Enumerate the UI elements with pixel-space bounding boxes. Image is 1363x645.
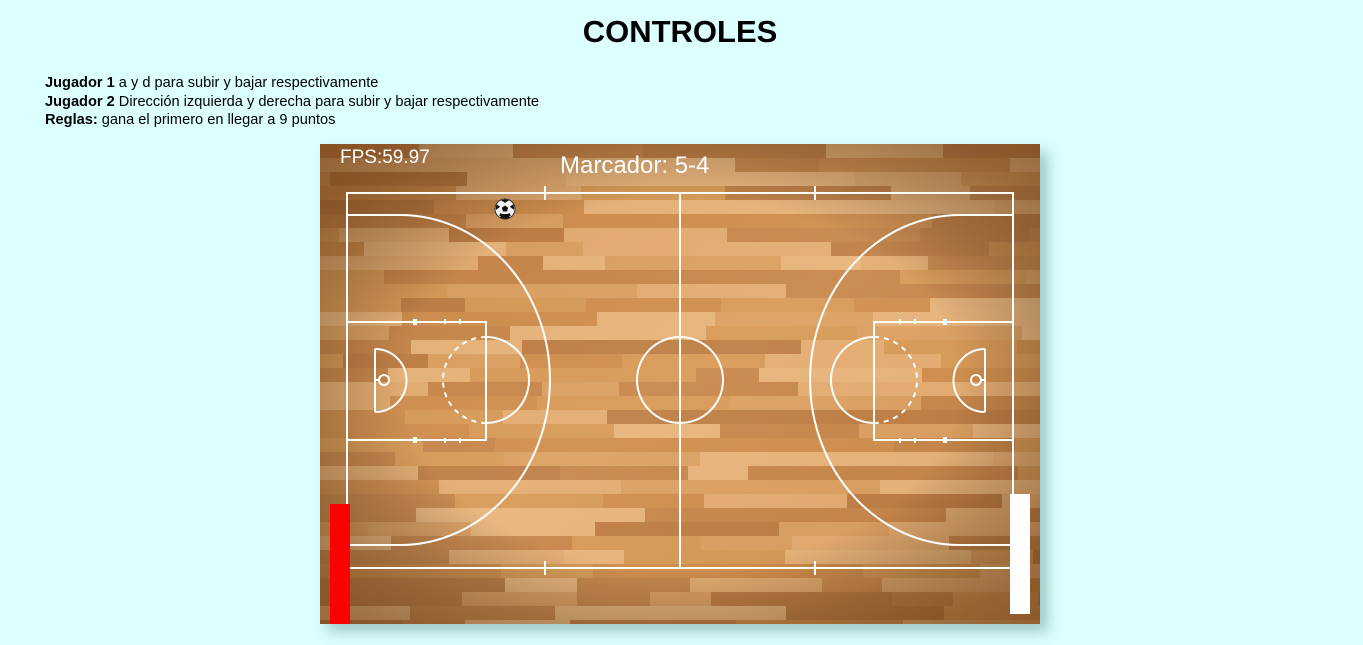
basketball-court xyxy=(320,144,1040,624)
game-canvas[interactable]: FPS:59.97 Marcador: 5-4 xyxy=(320,144,1040,624)
scoreboard: Marcador: 5-4 xyxy=(560,152,710,179)
instruction-player2: Jugador 2 Dirección izquierda y derecha … xyxy=(45,93,539,112)
fps-counter: FPS:59.97 xyxy=(340,147,430,168)
instructions-panel: Jugador 1 a y d para subir y bajar respe… xyxy=(45,74,539,130)
player2-paddle xyxy=(1010,494,1030,614)
rules-label: Reglas: xyxy=(45,112,98,128)
player1-label: Jugador 1 xyxy=(45,75,115,91)
player2-text: Dirección izquierda y derecha para subir… xyxy=(114,93,539,110)
page-title: CONTROLES xyxy=(582,14,778,49)
rules-text: gana el primero en llegar a 9 puntos xyxy=(97,112,336,128)
soccer-ball-icon xyxy=(494,198,516,220)
player2-label: Jugador 2 xyxy=(45,93,115,110)
player1-text: a y d para subir y bajar respectivamente xyxy=(114,75,379,91)
instruction-player1: Jugador 1 a y d para subir y bajar respe… xyxy=(45,74,539,93)
instruction-rules: Reglas: gana el primero en llegar a 9 pu… xyxy=(45,111,539,130)
player1-paddle xyxy=(330,504,350,624)
